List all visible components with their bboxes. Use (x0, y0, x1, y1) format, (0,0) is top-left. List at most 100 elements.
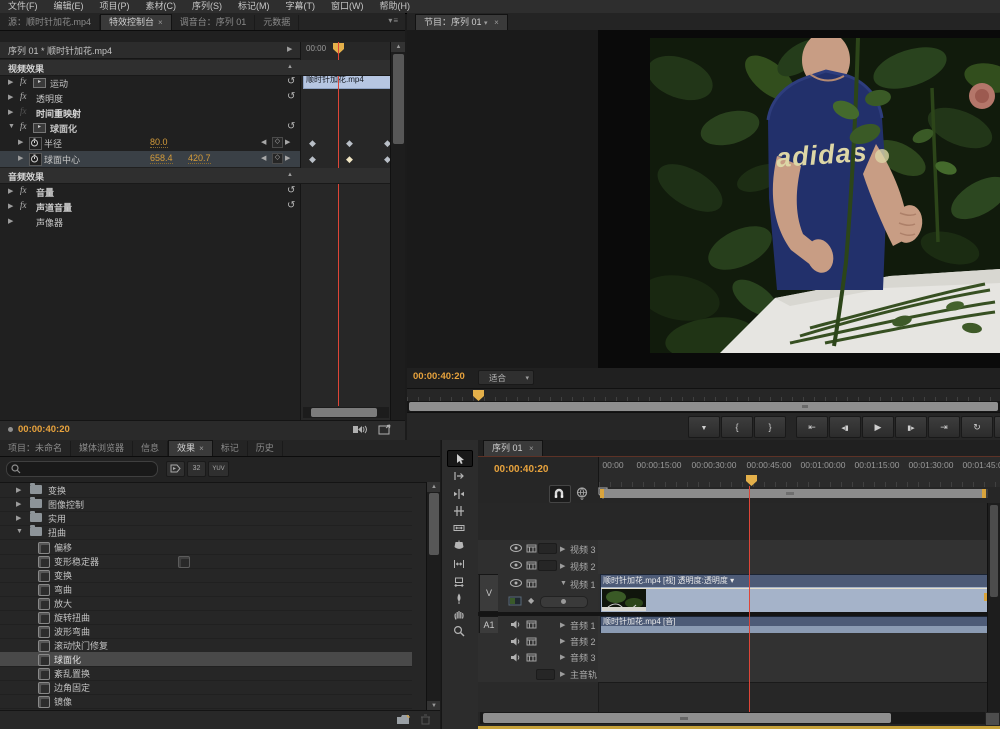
ec-row-radius[interactable]: ▶ 半径 80.0 ◀ ◇ ▶ (0, 135, 300, 151)
twirl-icon[interactable]: ▶ (560, 562, 565, 570)
loop-button[interactable]: ↻ (961, 416, 993, 438)
tree-item-warp-stabilizer[interactable]: 变形稳定器 (0, 554, 412, 569)
go-to-out-button[interactable]: ⇥ (928, 416, 960, 438)
ec-row-time-remap[interactable]: ▶ fx 时间重映射 (0, 105, 300, 120)
reset-icon[interactable]: ↺ (287, 200, 295, 211)
step-back-button[interactable]: ◂▮ (829, 416, 861, 438)
program-hscrollbar[interactable] (407, 401, 1000, 412)
play-button[interactable]: ▶ (862, 416, 894, 438)
add-keyframe-icon[interactable]: ◇ (272, 153, 283, 164)
center-y-value[interactable]: 420.7 (188, 153, 211, 164)
hand-tool[interactable] (447, 607, 471, 622)
audio1-target-badge[interactable]: A1 (479, 616, 499, 634)
razor-tool[interactable] (447, 538, 471, 553)
slip-tool[interactable] (447, 556, 471, 571)
tree-folder-utility[interactable]: ▶实用 (0, 511, 412, 526)
prev-keyframe-icon[interactable]: ◀ (261, 138, 266, 146)
fx-badge-icon[interactable]: fx (20, 121, 27, 131)
slide-tool[interactable] (447, 574, 471, 589)
set-display-style-icon[interactable] (526, 653, 537, 662)
tree-item-offset[interactable]: 偏移 (0, 540, 412, 555)
twirl-icon[interactable]: ▶ (18, 154, 23, 162)
delete-icon[interactable] (420, 714, 431, 727)
menu-edit[interactable]: 编辑(E) (46, 0, 92, 13)
video-clip-body[interactable] (601, 587, 990, 612)
keyframe-icon[interactable]: ◆ (309, 155, 316, 164)
scroll-up-icon[interactable]: ▲ (391, 42, 405, 52)
timeline-zoom-handle[interactable] (985, 712, 1000, 726)
ec-row-volume[interactable]: ▶ fx 音量 ↺ (0, 184, 300, 199)
keyframe-icon-selected[interactable]: ◆ (346, 155, 353, 164)
pen-tool[interactable] (447, 591, 471, 606)
program-timecode[interactable]: 00:00:40:20 (413, 371, 465, 382)
ec-mini-timeline[interactable]: 00:00 顺时针加花.mp4 ◆ ◆ ◆ ◆ ◆ ◆ (300, 42, 391, 420)
tab-effects[interactable]: 效果× (168, 440, 213, 456)
sequence-settings-icon[interactable] (576, 487, 589, 502)
tree-folder-distort[interactable]: ▼扭曲 (0, 525, 412, 540)
tab-sequence-01[interactable]: 序列 01 × (483, 440, 543, 456)
program-ruler[interactable] (407, 388, 1000, 402)
track-head-video2[interactable]: ▶ 视频 2 (478, 557, 598, 575)
32bit-effects-button[interactable]: 32 (187, 461, 206, 477)
yuv-effects-button[interactable]: YUV (208, 461, 229, 477)
work-area-start-icon[interactable] (600, 489, 604, 498)
toggle-track-output-icon[interactable] (510, 561, 522, 569)
add-marker-button[interactable]: ▼ (688, 416, 720, 438)
track-content-audio1[interactable]: 顺时针加花.mp4 [音] (598, 616, 1000, 634)
reset-icon[interactable]: ↺ (287, 121, 295, 132)
speaker-icon[interactable] (510, 653, 520, 662)
tab-effect-controls[interactable]: 特效控制台× (100, 14, 172, 30)
work-area-end-icon[interactable] (982, 489, 986, 498)
twirl-icon[interactable]: ▶ (8, 217, 13, 225)
fx-badge-icon[interactable]: fx (20, 76, 27, 86)
effects-search-input[interactable] (6, 461, 158, 477)
menu-window[interactable]: 窗口(W) (323, 0, 372, 13)
close-icon[interactable]: × (199, 444, 204, 453)
snap-toggle[interactable] (549, 485, 571, 503)
video1-target-badge[interactable]: V (479, 574, 499, 612)
export-frame-icon[interactable] (378, 424, 392, 437)
tab-project[interactable]: 项目：未命名 (0, 441, 71, 456)
play-audio-only-icon[interactable] (352, 424, 367, 437)
track-head-master[interactable]: ▶ 主音轨 ⋈ (478, 665, 598, 683)
zoom-level-select[interactable]: 适合 ▾ (478, 370, 534, 385)
sync-lock-slot[interactable] (538, 560, 557, 571)
ec-row-panner[interactable]: ▶ 声像器 (0, 214, 300, 229)
tab-info[interactable]: 信息 (133, 441, 168, 456)
track-head-video3[interactable]: ▶ 视频 3 (478, 540, 598, 558)
work-area-track[interactable] (600, 489, 988, 498)
tab-audio-mixer[interactable]: 调音台：序列 01 (172, 15, 256, 30)
reset-icon[interactable]: ↺ (287, 91, 295, 102)
timeline-ruler[interactable]: 00:00 00:00:15:00 00:00:30:00 00:00:45:0… (598, 457, 1000, 487)
effects-vscrollbar[interactable]: ▲ ▼ (426, 482, 440, 711)
tree-item-wave-warp[interactable]: 波形弯曲 (0, 624, 412, 639)
close-icon[interactable]: × (158, 18, 163, 27)
tab-media-browser[interactable]: 媒体浏览器 (71, 441, 133, 456)
track-content-video2[interactable] (598, 557, 1000, 575)
track-content-video1[interactable]: 顺时针加花.mp4 [视] 透明度:透明度 ▾ (598, 574, 1000, 613)
mark-in-button[interactable]: { (721, 416, 753, 438)
twirl-icon[interactable]: ▶ (8, 78, 13, 86)
add-keyframe-icon[interactable]: ◇ (272, 137, 283, 148)
display-style-slot[interactable] (536, 669, 555, 680)
ripple-edit-tool[interactable] (447, 486, 471, 501)
ec-timeline-toggle[interactable]: ▶ (287, 45, 292, 53)
tab-markers[interactable]: 标记 (213, 441, 248, 456)
zoom-tool[interactable] (447, 623, 471, 638)
close-icon[interactable]: × (494, 18, 499, 27)
keyframe-nav-slider[interactable] (540, 596, 588, 608)
next-keyframe-icon[interactable]: ▶ (285, 138, 290, 146)
timeline-vscrollbar[interactable] (987, 503, 1000, 712)
chevron-down-icon[interactable]: ▾ (484, 20, 488, 27)
menu-marker[interactable]: 标记(M) (230, 0, 278, 13)
reset-icon[interactable]: ↺ (287, 76, 295, 87)
tree-folder-image-control[interactable]: ▶图像控制 (0, 497, 412, 512)
prev-keyframe-icon[interactable]: ◀ (261, 154, 266, 162)
rate-stretch-tool[interactable] (447, 520, 471, 535)
panel-menu-icon[interactable]: ▾≡ (388, 16, 399, 25)
reset-icon[interactable]: ↺ (287, 185, 295, 196)
menu-title[interactable]: 字幕(T) (278, 0, 324, 13)
rolling-edit-tool[interactable] (447, 503, 471, 518)
menu-project[interactable]: 项目(P) (92, 0, 138, 13)
twirl-icon[interactable]: ▶ (8, 202, 13, 210)
